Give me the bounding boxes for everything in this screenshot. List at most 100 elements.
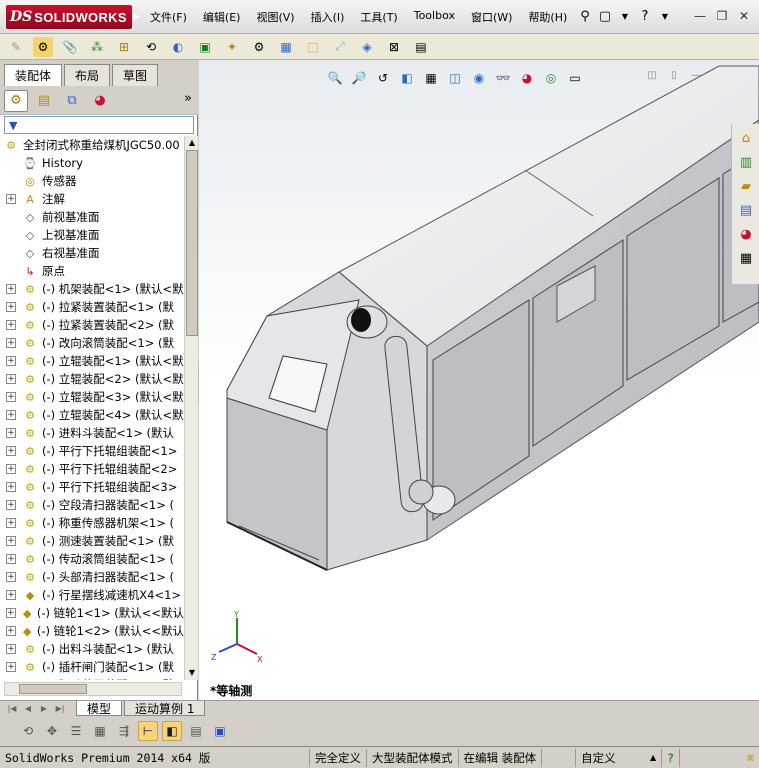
appearances-icon[interactable]: ◕ (734, 224, 758, 244)
expand-icon[interactable]: + (6, 590, 16, 600)
tree-item[interactable]: ↳ 原点 (0, 262, 184, 280)
reference-geometry-icon[interactable]: ✦ (222, 37, 242, 57)
menu-edit[interactable]: 编辑(E) (203, 9, 241, 25)
scroll-down-icon[interactable]: ▼ (185, 666, 199, 680)
tab-sketch[interactable]: 草图 (112, 64, 159, 86)
expand-icon[interactable]: + (6, 446, 16, 456)
interference-detection-icon[interactable]: ◈ (357, 37, 377, 57)
expand-icon[interactable]: + (6, 536, 16, 546)
tree-item[interactable]: + ⚙ (-) 传动滚筒组装配<1> ( (0, 550, 184, 568)
first-tab-icon[interactable]: |◀ (4, 704, 20, 713)
tree-item[interactable]: + ⚙ (-) 测速装置装配<1> (默 (0, 532, 184, 550)
tree-item[interactable]: + ◆ (-) 链轮1<2> (默认<<默认 (0, 622, 184, 640)
menu-view[interactable]: 视图(V) (256, 9, 294, 25)
last-tab-icon[interactable]: ▶| (52, 704, 68, 713)
expand-icon[interactable]: + (6, 374, 16, 384)
rotate-icon[interactable]: ⟲ (18, 721, 38, 741)
tree-item[interactable]: ⌚ History (0, 154, 184, 172)
graphics-area[interactable]: 🔍 🔎 ↺ ◧ ▦ ◫ ◉ 👓 ◕ ◎ ▭ ◫ ▯ — ❐ ✕ (199, 60, 759, 700)
scroll-up-icon[interactable]: ▲ (185, 136, 199, 150)
feature-manager-tree-icon[interactable]: ⚙ (4, 89, 28, 112)
new-motion-study-icon[interactable]: ⚙ (249, 37, 269, 57)
tree-item[interactable]: +⚙(-) 驱动装置装配<1> (默 (0, 676, 184, 680)
tree-filter[interactable]: ▼ (4, 116, 194, 134)
menu-file[interactable]: 文件(F) (150, 9, 187, 25)
explode-line-sketch-icon[interactable]: ⤢ (330, 37, 350, 57)
expand-icon[interactable]: + (6, 572, 16, 582)
tree-vertical-scrollbar[interactable]: ▲ ▼ (184, 136, 198, 680)
exploded-view-icon[interactable]: ⬚ (303, 37, 323, 57)
tree-horizontal-scrollbar[interactable] (4, 682, 182, 696)
expand-icon[interactable]: + (6, 626, 16, 636)
menu-window[interactable]: 窗口(W) (471, 9, 512, 25)
tree-item[interactable]: + ⚙ (-) 立辊装配<3> (默认<默 (0, 388, 184, 406)
assembly-features-icon[interactable]: ▣ (195, 37, 215, 57)
grid-icon[interactable]: ▦ (90, 721, 110, 741)
display-manager-icon[interactable]: ◕ (88, 90, 112, 112)
tab-layout[interactable]: 布局 (64, 64, 111, 86)
menu-toolbox[interactable]: Toolbox (414, 9, 455, 25)
clearance-verification-icon[interactable]: ⊠ (384, 37, 404, 57)
insert-component-icon[interactable]: ⚙ (33, 36, 53, 57)
expand-icon[interactable]: + (6, 428, 16, 438)
tree-item[interactable]: + ⚙ (-) 称重传感器机架<1> ( (0, 514, 184, 532)
shaded-view-icon[interactable]: ◧ (162, 721, 182, 741)
tree-item[interactable]: + ⚙ (-) 立辊装配<1> (默认<默 (0, 352, 184, 370)
design-library-icon[interactable]: ▥ (734, 152, 758, 172)
expand-icon[interactable]: + (6, 194, 16, 204)
tree-item[interactable]: + ⚙ (-) 头部清扫器装配<1> ( (0, 568, 184, 586)
tree-item[interactable]: + ⚙ (-) 平行下托辊组装配<3> (0, 478, 184, 496)
expand-icon[interactable]: + (6, 338, 16, 348)
mate-icon[interactable]: 📎 (60, 37, 80, 57)
tree-item[interactable]: + ◆ (-) 行星摆线减速机X4<1> (0, 586, 184, 604)
dropdown-arrow-icon[interactable]: ▼ (616, 6, 634, 26)
list-view-icon[interactable]: ☰ (66, 721, 86, 741)
expand-icon[interactable]: + (6, 518, 16, 528)
expand-icon[interactable]: + (6, 392, 16, 402)
solidworks-logo[interactable]: DS SOLIDWORKS ▶ (6, 5, 140, 29)
expand-icon[interactable]: + (6, 356, 16, 366)
tree-root[interactable]: ⚙ 全封闭式称重给煤机JGC50.00 (0, 136, 184, 154)
custom-properties-icon[interactable]: ▦ (734, 248, 758, 268)
menu-insert[interactable]: 插入(I) (311, 9, 345, 25)
tree-item[interactable]: + ⚙ (-) 出料斗装配<1> (默认 (0, 640, 184, 658)
expand-icon[interactable]: + (6, 410, 16, 420)
view-palette-icon[interactable]: ▤ (734, 200, 758, 220)
maximize-icon[interactable]: ❐ (711, 6, 733, 26)
tree-item[interactable]: ◎ 传感器 (0, 172, 184, 190)
tree-item[interactable]: ◇ 前视基准面 (0, 208, 184, 226)
minimize-icon[interactable]: — (689, 6, 711, 26)
tree-item[interactable]: + ⚙ (-) 机架装配<1> (默认<默 (0, 280, 184, 298)
bill-of-materials-icon[interactable]: ▦ (276, 37, 296, 57)
tree-display-icon[interactable]: ⊢ (138, 721, 158, 741)
prev-tab-icon[interactable]: ◀ (20, 704, 36, 713)
expand-icon[interactable]: + (6, 662, 16, 672)
table-icon[interactable]: ▤ (186, 721, 206, 741)
dropdown-arrow-icon[interactable]: ▼ (656, 6, 674, 26)
tree-item[interactable]: + ⚙ (-) 插杆闸门装配<1> (默 (0, 658, 184, 676)
expand-icon[interactable]: + (6, 320, 16, 330)
next-tab-icon[interactable]: ▶ (36, 704, 52, 713)
tree-item[interactable]: ◇ 上视基准面 (0, 226, 184, 244)
tree-item[interactable]: + ⚙ (-) 平行下托辊组装配<1> (0, 442, 184, 460)
show-hidden-icon[interactable]: ◐ (168, 37, 188, 57)
home-icon[interactable]: ⌂ (734, 128, 758, 148)
tab-assembly[interactable]: 装配体 (4, 64, 63, 86)
tree-item[interactable]: + ⚙ (-) 空段清扫器装配<1> ( (0, 496, 184, 514)
new-document-icon[interactable]: ▢ (596, 6, 614, 26)
expand-icon[interactable]: + (6, 302, 16, 312)
tree-item[interactable]: + A 注解 (0, 190, 184, 208)
tree-item[interactable]: + ⚙ (-) 拉紧装置装配<2> (默 (0, 316, 184, 334)
pin-icon[interactable]: ⚲ (576, 6, 594, 26)
tree-item[interactable]: ◇ 右视基准面 (0, 244, 184, 262)
assembly-model[interactable] (199, 60, 759, 700)
performance-evaluation-icon[interactable]: ▤ (411, 37, 431, 57)
pan-icon[interactable]: ✥ (42, 721, 62, 741)
expand-more-icon[interactable]: » (184, 91, 192, 106)
menu-help[interactable]: 帮助(H) (528, 9, 567, 25)
tree-item[interactable]: + ⚙ (-) 拉紧装置装配<1> (默 (0, 298, 184, 316)
scroll-thumb-horizontal[interactable] (19, 684, 87, 694)
save-view-icon[interactable]: ▣ (210, 721, 230, 741)
expand-icon[interactable]: + (6, 284, 16, 294)
status-tag-icon[interactable]: ⌘ (742, 749, 759, 767)
